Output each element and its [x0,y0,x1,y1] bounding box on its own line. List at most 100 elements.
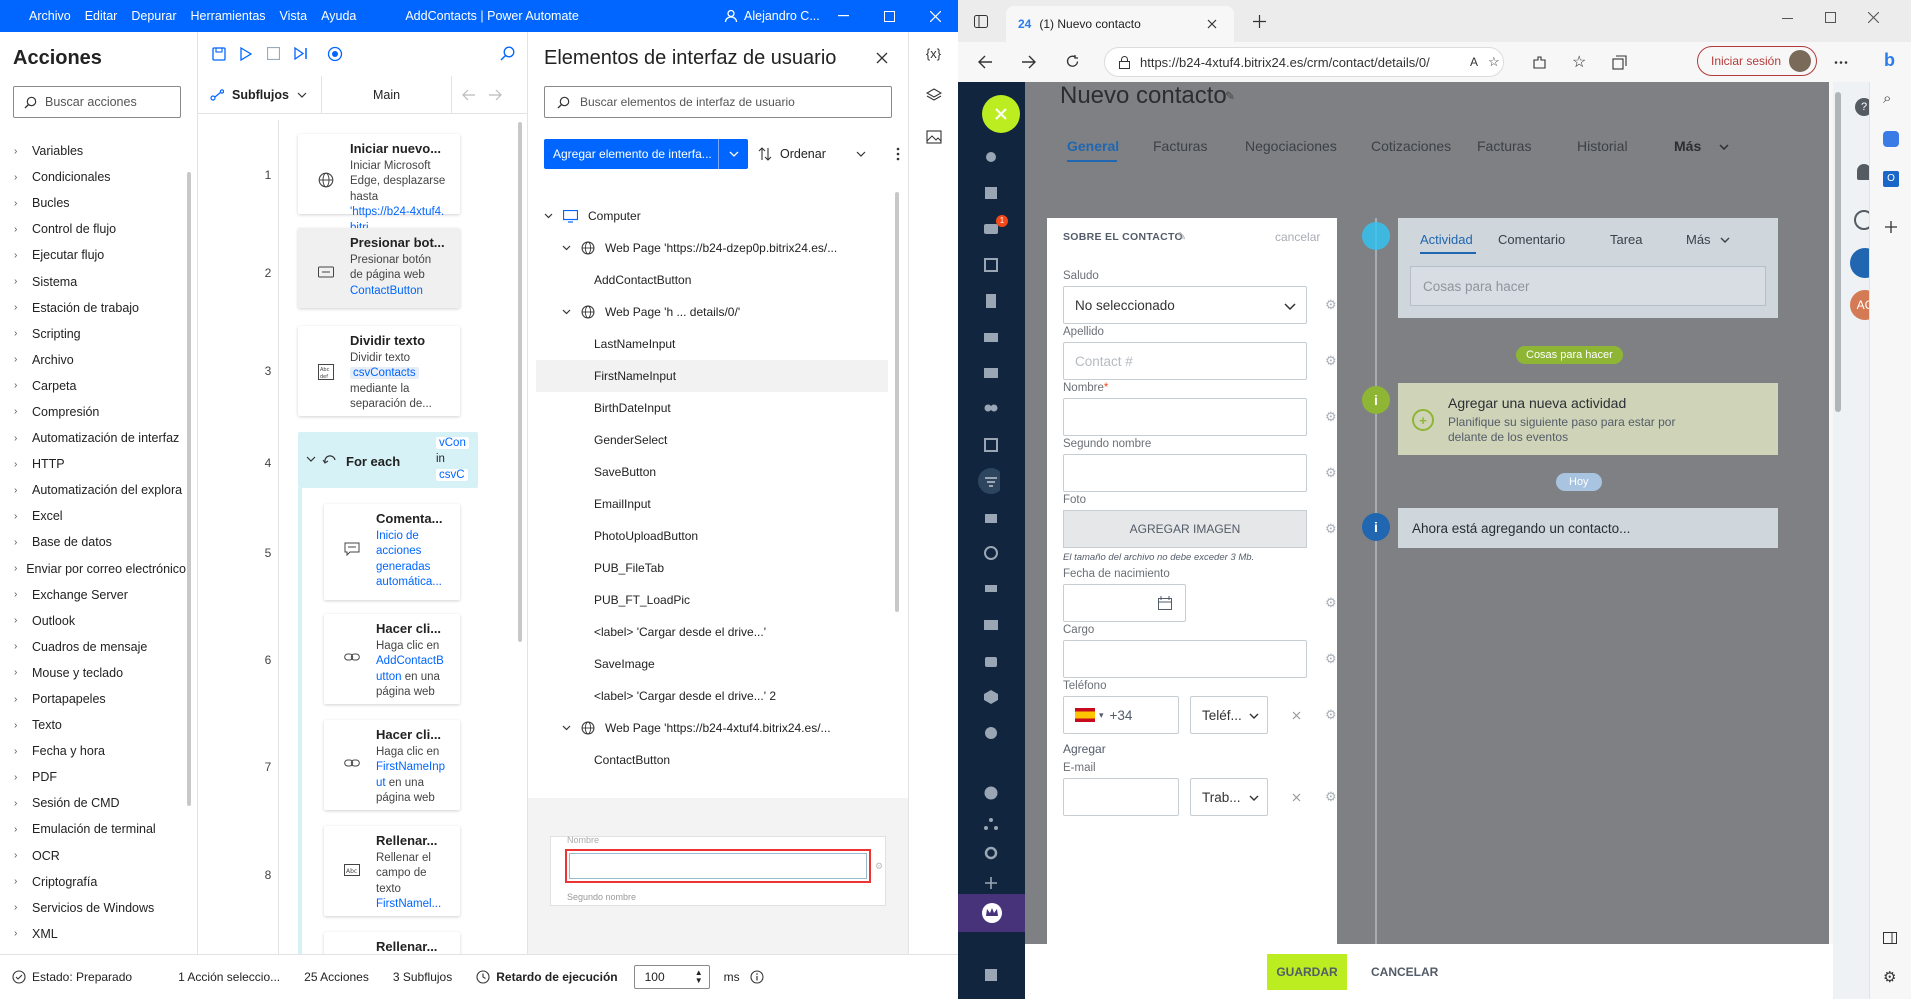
arrow-right-icon[interactable] [488,89,502,101]
calendar-icon[interactable] [1158,596,1172,610]
actions-search-input[interactable]: Buscar acciones [13,86,181,118]
tree-node-element[interactable]: PUB_FT_LoadPic [536,584,888,616]
action-category[interactable]: › Outlook [0,608,186,634]
action-category[interactable]: › Variables [0,138,186,164]
tree-node-element[interactable]: LastNameInput [536,328,888,360]
nav-box-icon[interactable] [982,689,1000,705]
layers-button[interactable] [909,74,958,116]
menu-herramientas[interactable]: Herramientas [191,9,266,23]
action-category[interactable]: › Excel [0,503,186,529]
new-activity-card[interactable]: + Agregar una nueva actividad Planifique… [1398,383,1778,455]
tree-node-element[interactable]: <label> 'Cargar desde el drive...' 2 [536,680,888,712]
close-icon[interactable] [876,52,888,64]
menu-ayuda[interactable]: Ayuda [321,9,356,23]
collapse-chevron-icon[interactable] [306,456,316,462]
gear-icon[interactable]: ⚙ [1325,595,1337,611]
step-presionar-boton[interactable]: Presionar bot... Presionar botón de págin… [298,228,460,308]
add-ui-element-button[interactable]: Agregar elemento de interfa... [544,139,748,169]
step-hacer-clic-2[interactable]: Hacer cli... Haga clic en FirstNameInp ut … [324,720,460,810]
edit-section-icon[interactable]: ✎ [1177,230,1186,243]
user-account[interactable]: Alejandro C... [724,9,820,23]
action-category[interactable]: › Cuadros de mensaje [0,634,186,660]
tree-node-computer[interactable]: Computer [536,200,888,232]
browser-tab[interactable]: 24 (1) Nuevo contacto [1006,6,1234,42]
action-category[interactable]: › XML [0,921,186,947]
tree-node-element[interactable]: AddContactButton [536,264,888,296]
step-comentario[interactable]: Comenta... Inicio de acciones generadas aut… [324,504,460,600]
fecha-input[interactable] [1063,584,1186,622]
close-button[interactable] [912,0,958,32]
email-type-select[interactable]: Trab... [1190,778,1268,816]
action-category[interactable]: › Fecha y hora [0,738,186,764]
nav-archive-icon[interactable] [982,967,1000,983]
favorites-icon[interactable]: ☆ [1572,52,1586,72]
nombre-input[interactable] [1063,398,1307,436]
action-category[interactable]: › Sesión de CMD [0,790,186,816]
search-icon[interactable] [500,46,515,61]
bing-icon[interactable]: b [1884,50,1895,71]
tree-node-element[interactable]: SaveImage [536,648,888,680]
run-delay-input[interactable]: 100 ▲ ▼ [633,965,710,989]
crown-button[interactable] [958,894,1025,932]
action-category[interactable]: › Servicios de Windows [0,895,186,921]
action-category[interactable]: › Sistema [0,268,186,294]
chevron-down-icon[interactable] [544,213,553,219]
step-rellenar-1[interactable]: Rellenar... Rellenar el campo de texto Firs… [324,826,460,916]
add-icon[interactable] [982,875,1000,891]
action-category[interactable]: › Automatización del explora [0,477,186,503]
action-category[interactable]: › Portapapeles [0,686,186,712]
nav-feed-icon[interactable] [982,149,1000,165]
tree-node-element[interactable]: BirthDateInput [536,392,888,424]
remove-icon[interactable] [1292,711,1301,720]
tree-node-webpage[interactable]: Web Page 'https://b24-dzep0p.bitrix24.es… [536,232,888,264]
nav-calendar-icon[interactable] [982,257,1000,273]
menu-depurar[interactable]: Depurar [131,9,176,23]
spain-flag-icon[interactable] [1075,708,1095,722]
step-for-each[interactable]: For each vCon in csvC [298,432,478,488]
gear-icon[interactable]: ⚙ [1325,789,1337,805]
chevron-down-icon[interactable] [562,725,571,731]
nav-groups-icon[interactable] [982,401,1000,417]
menu-vista[interactable]: Vista [280,9,308,23]
nav-more-icon[interactable] [982,725,1000,741]
agregar-link[interactable]: Agregar [1063,742,1106,756]
save-icon[interactable] [212,47,226,61]
close-slider-button[interactable] [982,95,1020,133]
action-category[interactable]: › Estación de trabajo [0,295,186,321]
saludo-select[interactable]: No seleccionado [1063,286,1307,324]
nav-chat-icon[interactable]: 1 [982,215,1008,237]
nav-crm-icon[interactable] [978,468,1000,494]
menu-archivo[interactable]: Archivo [29,9,71,23]
nav-drive-icon[interactable] [982,329,1000,345]
nav-sitemap-icon[interactable] [982,815,1000,831]
action-category[interactable]: › Enviar por correo electrónico [0,556,186,582]
variables-button[interactable]: {x} [909,32,958,74]
tab-facturas[interactable]: Facturas [1153,138,1207,154]
actions-scrollbar[interactable] [187,172,191,806]
minimize-button[interactable] [820,0,866,32]
action-category[interactable]: › Automatización de interfaz [0,425,186,451]
run-icon[interactable] [240,47,252,61]
tree-node-element[interactable]: <label> 'Cargar desde el drive...' [536,616,888,648]
action-category[interactable]: › Carpeta [0,373,186,399]
section-cancel-link[interactable]: cancelar [1275,230,1320,244]
nav-tasks-icon[interactable] [982,185,1000,201]
action-category[interactable]: › Ejecutar flujo [0,242,186,268]
forward-icon[interactable] [1021,55,1036,69]
action-category[interactable]: › Mouse y teclado [0,660,186,686]
nav-docs-icon[interactable] [982,293,1000,309]
add-icon[interactable] [1885,221,1897,233]
action-category[interactable]: › PDF [0,764,186,790]
maximize-icon[interactable] [1825,12,1836,23]
sidebar-toggle-icon[interactable] [1883,932,1897,944]
step-iniciar-edge[interactable]: Iniciar nuevo... Iniciar Microsoft Edge, … [298,134,460,234]
edit-title-icon[interactable]: ✎ [1225,89,1235,103]
nav-target-icon[interactable] [982,545,1000,561]
tree-node-element[interactable]: ContactButton [536,744,888,776]
tab-mas-activity[interactable]: Más [1686,232,1711,247]
apellido-input[interactable]: Contact # [1063,342,1307,380]
sign-in-button[interactable]: Iniciar sesión [1697,46,1817,76]
stop-icon[interactable] [267,47,280,60]
record-icon[interactable] [327,46,343,62]
subflows-dropdown[interactable]: Subflujos [198,75,322,114]
